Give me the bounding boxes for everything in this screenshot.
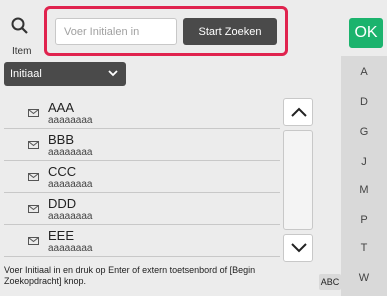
scroll-track[interactable] [283, 130, 313, 230]
mail-icon [28, 237, 39, 245]
list-item[interactable]: AAA aaaaaaaa [4, 97, 280, 129]
dropdown-value: Initiaal [10, 68, 42, 80]
index-letter[interactable]: W [341, 272, 387, 284]
search-area: Start Zoeken [44, 6, 288, 56]
search-icon [11, 17, 28, 34]
index-letter[interactable]: T [341, 242, 387, 254]
index-letter[interactable]: G [341, 126, 387, 138]
help-message: Voer Initiaal in en druk op Enter of ext… [4, 265, 256, 286]
entry-subtitle: aaaaaaaa [48, 115, 93, 126]
scroll-down-button[interactable] [283, 234, 313, 262]
entry-subtitle: aaaaaaaa [48, 211, 93, 222]
chevron-up-icon [291, 107, 307, 117]
address-search-screen: Item Start Zoeken OK Initiaal AAAaaaaaaa… [0, 0, 387, 296]
index-letter[interactable]: M [341, 184, 387, 196]
entry-subtitle: aaaaaaaa [48, 243, 93, 254]
search-type-dropdown[interactable]: Initiaal [4, 62, 126, 86]
alphabet-index: A D G J M P T W [341, 56, 387, 296]
entry-name: CCC [48, 164, 77, 179]
list-item[interactable]: DDD aaaaaaaa [4, 193, 280, 225]
mail-icon [28, 173, 39, 181]
entry-subtitle: aaaaaaaa [48, 179, 93, 190]
entry-name: AAA [48, 100, 75, 115]
item-label: Item [12, 46, 32, 57]
entry-name: BBB [48, 132, 75, 147]
item-button[interactable]: Item [4, 10, 38, 58]
scroll-up-button[interactable] [283, 98, 313, 126]
index-letter[interactable]: J [341, 156, 387, 168]
search-input[interactable] [55, 18, 177, 45]
entry-subtitle: aaaaaaaa [48, 147, 93, 158]
mail-icon [28, 109, 39, 117]
chevron-down-icon [291, 243, 307, 253]
index-letter[interactable]: D [341, 96, 387, 108]
start-search-button[interactable]: Start Zoeken [183, 18, 277, 45]
entry-name: DDD [48, 196, 77, 211]
index-letter[interactable]: A [341, 66, 387, 78]
mail-icon [28, 205, 39, 213]
index-letter[interactable]: P [341, 214, 387, 226]
list-item[interactable]: CCC aaaaaaaa [4, 161, 280, 193]
ok-button[interactable]: OK [349, 18, 383, 48]
mail-icon [28, 141, 39, 149]
abc-button[interactable]: ABC [319, 274, 341, 290]
list-item[interactable]: EEE aaaaaaaa [4, 225, 280, 257]
address-list: AAA aaaaaaaa BBB aaaaaaaa CCC aaaaaaaa DDD aaaa… [4, 97, 280, 257]
entry-name: EEE [48, 228, 75, 243]
list-item[interactable]: BBB aaaaaaaa [4, 129, 280, 161]
chevron-down-icon [108, 70, 118, 77]
